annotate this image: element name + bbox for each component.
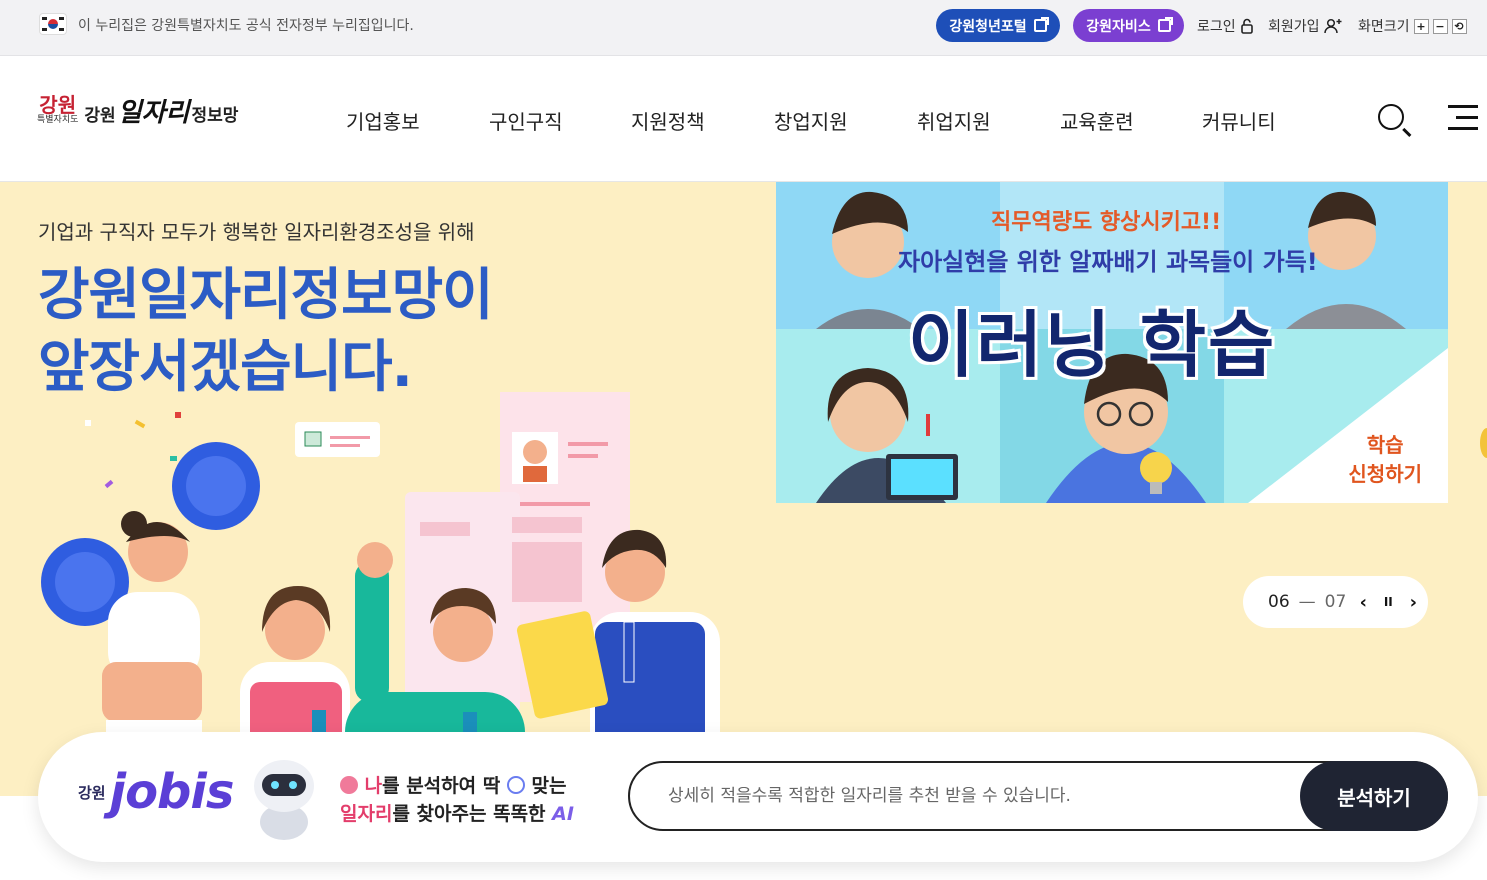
nav-support-policy[interactable]: 지원정책 [631,106,705,135]
ai-robot-icon [254,760,314,840]
nav-company-promo[interactable]: 기업홍보 [346,106,420,135]
banner-line2: 자아실현을 위한 알짜배기 과목들이 가득! [898,248,1318,276]
analyze-button[interactable]: 분석하기 [1300,761,1448,831]
hero-section: 기업과 구직자 모두가 행복한 일자리환경조성을 위해 강원일자리정보망이 앞장… [0,182,1487,796]
ai-tagline: 나를 분석하여 딱 맞는 일자리를 찾아주는 똑똑한 AI [340,772,574,828]
site-header: 강원 특별자치도 강원 일자리 정보망 기업홍보 구인구직 지원정책 창업지원 … [0,56,1487,182]
apply-line1: 학습 [1366,433,1404,457]
jobis-logo: 강원 jobis [78,764,235,820]
zoom-control: 화면크기 + − ⟲ [1358,16,1467,36]
logo-wordmark: 강원 일자리 정보망 [84,92,238,129]
apply-line2: 신청하기 [1348,462,1422,486]
slide-separator: — [1298,592,1316,612]
slide-pager: 06 — 07 ‹ II › [1243,576,1428,628]
jobis-ai-search: 강원 jobis 나를 분석하여 딱 맞는 일자리를 찾아주는 똑똑한 AI 분… [38,732,1478,862]
next-banner-peek [1480,428,1487,458]
tagline-rest1: 를 분석하여 딱 [382,775,501,797]
tagline-ai: AI [552,803,574,825]
utility-bar: 이 누리집은 강원특별자치도 공식 전자정부 누리집입니다. 강원청년포털 강원… [0,0,1487,56]
slide-total: 07 [1324,592,1347,612]
login-link[interactable]: 로그인 [1197,16,1254,36]
nav-startup-support[interactable]: 창업지원 [774,106,848,135]
banner-main-title: 이러닝 학습 [908,303,1277,387]
nav-community[interactable]: 커뮤니티 [1202,106,1276,135]
tagline-red1: 나 [364,775,383,797]
external-link-icon [1157,17,1173,32]
gov-notice: 이 누리집은 강원특별자치도 공식 전자정부 누리집입니다. [78,18,414,34]
nav-education[interactable]: 교육훈련 [1060,106,1134,135]
youth-portal-link[interactable]: 강원청년포털 [936,9,1060,42]
logo-prefix: 강원 [84,106,116,126]
search-icon[interactable] [1378,104,1404,130]
external-link-icon [1033,17,1049,32]
elearning-banner[interactable]: 직무역량도 향상시키고!! 자아실현을 위한 알짜배기 과목들이 가득! 이러닝… [776,182,1448,503]
next-slide-icon[interactable]: › [1405,592,1421,613]
zoom-label: 화면크기 [1358,19,1410,35]
prev-slide-icon[interactable]: ‹ [1355,592,1371,613]
hamburger-menu-icon[interactable] [1448,105,1478,130]
pause-icon[interactable]: II [1380,595,1396,609]
logo-sub-text: 특별자치도 [37,115,79,125]
zoom-out-button[interactable]: − [1432,18,1448,34]
zoom-reset-button[interactable]: ⟲ [1451,18,1467,34]
slide-current: 06 [1268,592,1290,612]
site-logo[interactable]: 강원 특별자치도 강원 일자리 정보망 [37,92,238,129]
zoom-in-button[interactable]: + [1413,18,1429,34]
lock-icon [1240,18,1253,34]
banner-line1: 직무역량도 향상시키고!! [991,210,1222,235]
person-icon [340,776,358,794]
youth-portal-label: 강원청년포털 [949,18,1027,35]
join-link[interactable]: 회원가입 [1268,16,1342,36]
ai-search-box: 분석하기 [628,761,1448,831]
ai-search-input[interactable] [668,781,1228,811]
jobis-label: 강원자비스 [1086,18,1151,35]
login-label: 로그인 [1197,19,1236,35]
jobis-link[interactable]: 강원자비스 [1073,9,1184,42]
logo-suffix: 정보망 [191,106,239,126]
logo-mark-text: 강원 [39,93,77,117]
tagline-rest2: 를 찾아주는 똑똑한 [392,803,553,825]
korea-flag-icon [40,14,66,34]
tagline-red2: 일자리 [340,803,393,825]
join-label: 회원가입 [1268,19,1320,35]
hero-subtitle: 기업과 구직자 모두가 행복한 일자리환경조성을 위해 [38,220,475,244]
tagline-rest1b: 맞는 [524,775,567,797]
check-badge-icon [506,776,525,794]
jobis-logo-text: jobis [109,764,235,820]
user-plus-icon [1323,18,1342,34]
hero-title-line1: 강원일자리정보망이 [38,263,494,328]
nav-job-search[interactable]: 구인구직 [489,106,563,135]
gangwon-emblem: 강원 특별자치도 [37,95,78,126]
jobis-logo-prefix: 강원 [78,783,106,802]
nav-employment-support[interactable]: 취업지원 [917,106,991,135]
logo-big: 일자리 [117,98,190,128]
hero-title: 강원일자리정보망이 앞장서겠습니다. [38,260,494,404]
apply-study-link[interactable]: 학습 신청하기 [1348,431,1422,489]
